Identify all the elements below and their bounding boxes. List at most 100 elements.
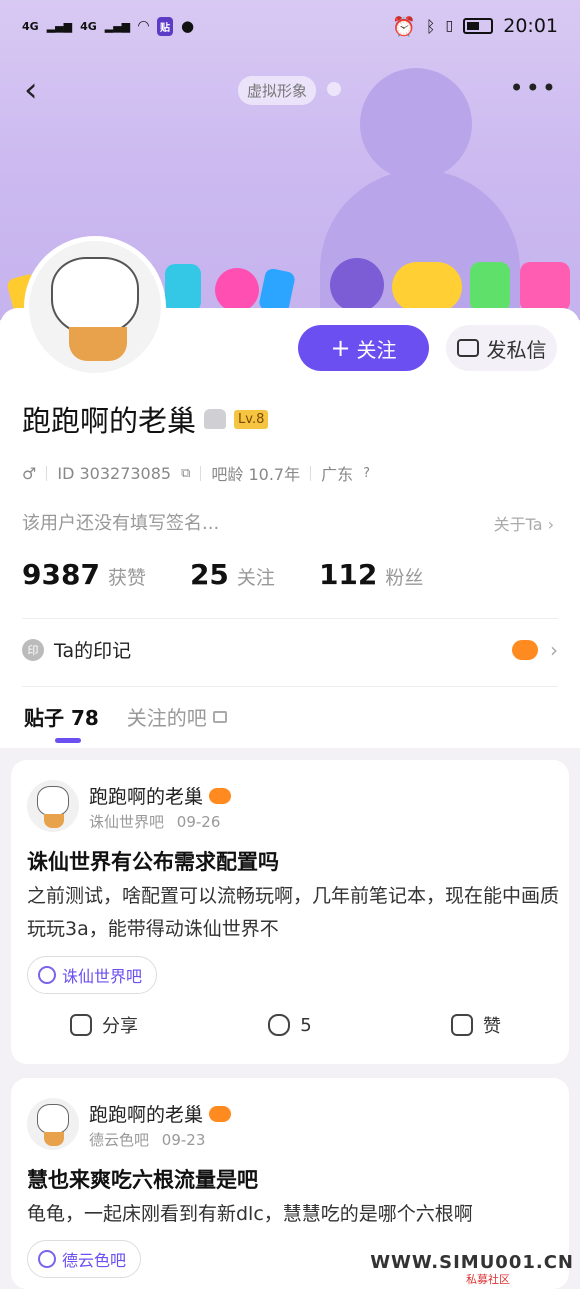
- forum-chip[interactable]: 诛仙世界吧: [27, 956, 158, 994]
- signature: 该用户还没有填写签名...: [22, 513, 220, 534]
- username-row: 跑跑啊的老巢 Lv.8: [22, 398, 269, 440]
- help-icon[interactable]: ?: [363, 466, 370, 481]
- chevron-right-icon: ›: [547, 515, 554, 534]
- post-date: 09-26: [176, 813, 221, 831]
- comment-icon: [268, 1014, 291, 1036]
- stats-row: 9387 获赞 25 关注 112 粉丝: [22, 558, 423, 591]
- watermark: WWW.SIMU001.CN: [370, 1252, 574, 1273]
- forum-icon: [38, 966, 56, 984]
- thumbs-up-icon: [451, 1014, 473, 1036]
- post-meta: 德云色吧 09-23: [89, 1129, 205, 1150]
- alarm-icon: ⏰: [392, 15, 416, 38]
- post-actions: 分享 5 赞: [11, 1012, 569, 1038]
- post-author: 跑跑啊的老巢: [89, 1100, 232, 1127]
- author-avatar[interactable]: [27, 780, 79, 832]
- share-icon: [70, 1014, 92, 1036]
- author-avatar[interactable]: [27, 1098, 79, 1150]
- post-author: 跑跑啊的老巢: [89, 782, 232, 809]
- following-label: 关注: [236, 567, 275, 589]
- tab-indicator: [55, 738, 81, 743]
- watermark-subtitle: 私募社区: [466, 1273, 510, 1286]
- mark-icon: 印: [22, 638, 44, 661]
- lock-icon: [212, 710, 227, 723]
- author-name[interactable]: 跑跑啊的老巢: [89, 782, 203, 809]
- gamepad-icon: [512, 639, 538, 660]
- direct-message-button[interactable]: 发私信: [446, 325, 557, 371]
- message-icon: ●: [180, 17, 195, 35]
- bluetooth-icon: ᛒ: [425, 16, 436, 36]
- comment-count: 5: [300, 1014, 312, 1036]
- banner-decoration: [520, 262, 570, 312]
- banner-decoration: [215, 268, 259, 312]
- tab-followed-label: 关注的吧: [126, 706, 207, 730]
- copy-icon[interactable]: ⧉: [181, 466, 190, 481]
- follow-button[interactable]: + 关注: [298, 325, 429, 371]
- tieba-age: 吧龄 10.7年: [211, 465, 301, 484]
- fans-count[interactable]: 112: [319, 558, 377, 591]
- clock: 20:01: [503, 15, 558, 37]
- battery-icon: [463, 18, 494, 34]
- author-name[interactable]: 跑跑啊的老巢: [89, 1100, 203, 1127]
- banner-decoration: [392, 262, 462, 312]
- post-title[interactable]: 慧也来爽吃六根流量是吧: [27, 1164, 557, 1194]
- divider: [22, 686, 558, 687]
- post-title[interactable]: 诛仙世界有公布需求配置吗: [27, 846, 557, 876]
- share-button[interactable]: 分享: [11, 1012, 197, 1038]
- divider: [22, 618, 558, 619]
- level-badge[interactable]: Lv.8: [234, 409, 269, 429]
- envelope-icon: [456, 339, 479, 357]
- tag-dot: [327, 82, 341, 96]
- location: 广东: [321, 465, 354, 484]
- signal-icon: ▂▄▆: [46, 19, 73, 33]
- post-date: 09-23: [161, 1131, 206, 1149]
- forum-chip-label: 诛仙世界吧: [62, 967, 143, 986]
- banner-decoration: [470, 262, 510, 312]
- about-label: 关于Ta: [493, 515, 543, 534]
- post-card[interactable]: 跑跑啊的老巢 诛仙世界吧 09-26 诛仙世界有公布需求配置吗 之前测试，啥配置…: [11, 760, 569, 1064]
- likes-count[interactable]: 9387: [22, 558, 100, 591]
- forum-chip-label: 德云色吧: [62, 1251, 127, 1270]
- virtual-avatar-tag[interactable]: 虚拟形象: [238, 76, 317, 105]
- like-button[interactable]: 赞: [383, 1012, 569, 1038]
- chevron-right-icon: ›: [550, 637, 558, 662]
- nav-bar: ‹ 虚拟形象 •••: [0, 68, 580, 112]
- fans-label: 粉丝: [385, 567, 424, 589]
- tieba-app-icon: 贴: [156, 16, 173, 36]
- follow-label: 关注: [356, 337, 397, 362]
- post-forum: 诛仙世界吧: [89, 813, 165, 831]
- network-indicator: 4G: [22, 19, 39, 33]
- tab-followed-forums[interactable]: 关注的吧: [127, 702, 227, 731]
- crown-icon[interactable]: [204, 409, 227, 429]
- share-label: 分享: [102, 1016, 138, 1037]
- marks-label: Ta的印记: [54, 640, 132, 662]
- post-meta: 诛仙世界吧 09-26: [89, 811, 220, 832]
- more-icon[interactable]: •••: [510, 74, 558, 102]
- profile-meta: ♂ ID 303273085 ⧉ 吧龄 10.7年 广东 ?: [22, 461, 370, 485]
- gamepad-icon: [209, 1105, 232, 1122]
- forum-chip[interactable]: 德云色吧: [27, 1240, 142, 1278]
- back-icon[interactable]: ‹: [24, 72, 38, 108]
- banner-decoration: [165, 264, 201, 312]
- about-link[interactable]: 关于Ta ›: [494, 511, 554, 535]
- forum-icon: [38, 1250, 56, 1268]
- vibrate-icon: ▯: [445, 18, 454, 34]
- banner-decoration: [330, 258, 384, 312]
- post-body[interactable]: 龟龟，一起床刚看到有新dlc，慧慧吃的是哪个六根啊: [27, 1198, 562, 1231]
- avatar[interactable]: [24, 236, 166, 378]
- dm-label: 发私信: [486, 337, 547, 362]
- wifi-icon: ◠: [138, 18, 149, 34]
- plus-icon: +: [330, 334, 351, 362]
- status-bar: 4G ▂▄▆ 4G ▂▄▆ ◠ 贴 ● ⏰ ᛒ ▯ 20:01: [0, 0, 580, 52]
- like-label: 赞: [483, 1016, 501, 1037]
- comment-button[interactable]: 5: [197, 1012, 383, 1038]
- tab-posts[interactable]: 贴子 78: [24, 702, 99, 731]
- likes-label: 获赞: [107, 567, 146, 589]
- post-forum: 德云色吧: [89, 1131, 150, 1149]
- network-indicator: 4G: [80, 19, 97, 33]
- post-body[interactable]: 之前测试，啥配置可以流畅玩啊，几年前笔记本，现在能中画质玩玩3a，能带得动诛仙世…: [27, 880, 562, 946]
- marks-row[interactable]: 印 Ta的印记 ›: [22, 636, 558, 663]
- following-count[interactable]: 25: [190, 558, 229, 591]
- signal-icon: ▂▄▆: [104, 19, 131, 33]
- profile-tabs: 贴子 78 关注的吧: [24, 702, 227, 731]
- male-icon: ♂: [22, 463, 37, 483]
